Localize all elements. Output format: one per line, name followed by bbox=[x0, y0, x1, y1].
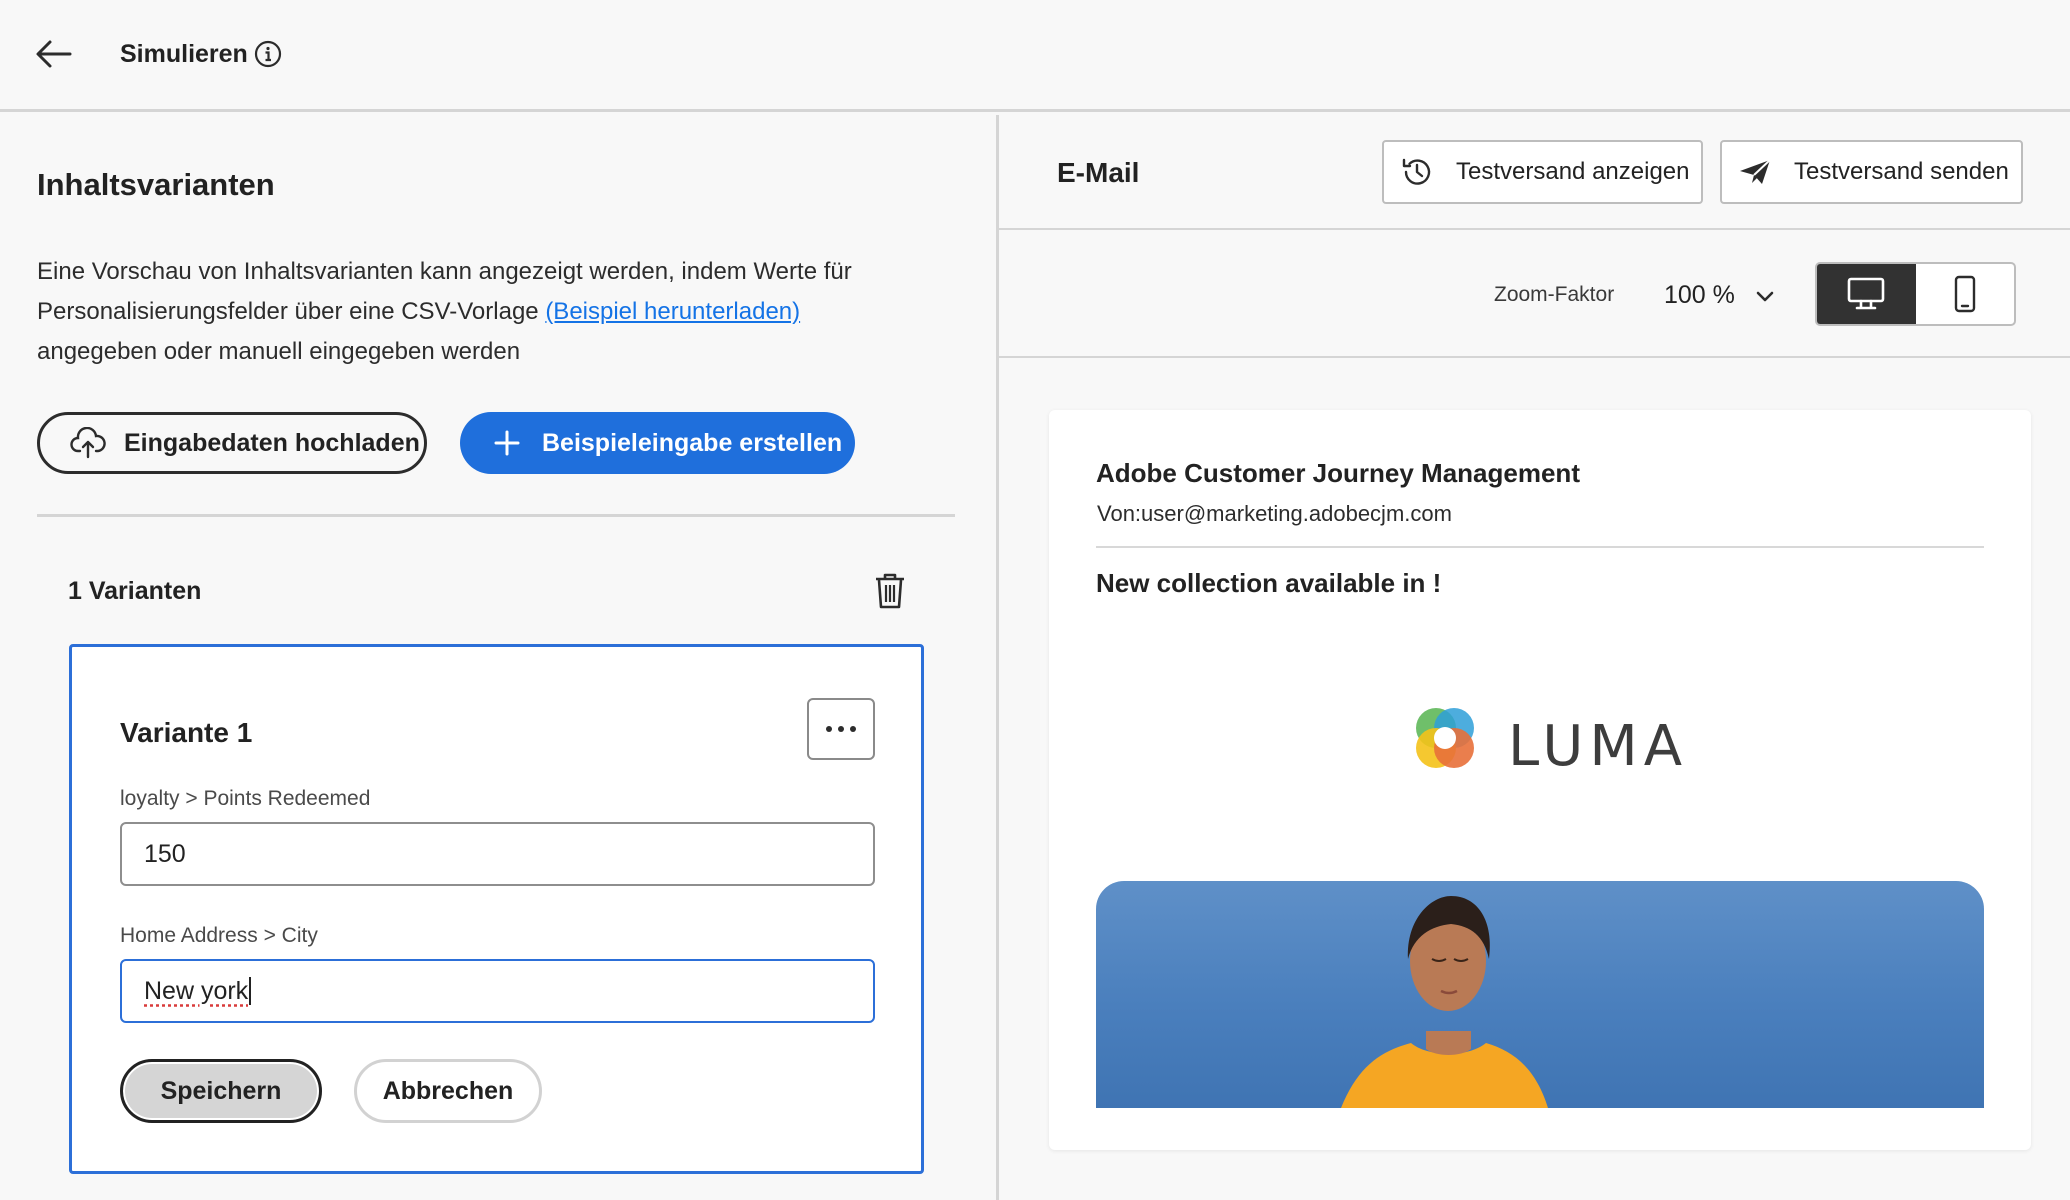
from-address: user@marketing.adobecjm.com bbox=[1141, 501, 1452, 526]
upload-input-button[interactable]: Eingabedaten hochladen bbox=[37, 412, 427, 474]
trash-icon[interactable] bbox=[873, 572, 907, 610]
info-icon[interactable] bbox=[254, 40, 282, 68]
chevron-down-icon[interactable] bbox=[1753, 285, 1777, 309]
page-title: Simulieren bbox=[120, 40, 248, 68]
points-redeemed-input[interactable]: 150 bbox=[120, 822, 875, 886]
variant-count: 1 Varianten bbox=[68, 577, 202, 605]
points-redeemed-label: loyalty > Points Redeemed bbox=[120, 787, 371, 810]
more-icon bbox=[826, 726, 856, 732]
create-button-label: Beispieleingabe erstellen bbox=[542, 428, 843, 457]
email-body: LUMA bbox=[1096, 638, 1984, 1108]
send-proof-label: Testversand senden bbox=[1794, 158, 2009, 185]
email-preview: Adobe Customer Journey Management Von:us… bbox=[1049, 410, 2031, 1150]
sender-name: Adobe Customer Journey Management bbox=[1096, 458, 1580, 488]
hero-image bbox=[1096, 881, 1984, 1108]
back-arrow-icon[interactable] bbox=[34, 34, 74, 74]
variant-title: Variante 1 bbox=[120, 717, 253, 748]
create-sample-button[interactable]: Beispieleingabe erstellen bbox=[460, 412, 855, 474]
description-text-2: angegeben oder manuell eingegeben werden bbox=[37, 338, 521, 365]
sender-from: Von:user@marketing.adobecjm.com bbox=[1097, 501, 1452, 527]
more-actions-button[interactable] bbox=[807, 698, 875, 760]
section-title: Inhaltsvarianten bbox=[37, 167, 275, 202]
variant-card: Variante 1 loyalty > Points Redeemed 150… bbox=[69, 644, 924, 1174]
send-proof-button[interactable]: Testversand senden bbox=[1720, 140, 2023, 204]
save-button[interactable]: Speichern bbox=[120, 1059, 322, 1123]
divider bbox=[999, 356, 2070, 358]
city-value: New york bbox=[144, 976, 249, 1005]
divider bbox=[37, 514, 955, 517]
plus-icon bbox=[494, 430, 520, 456]
text-cursor bbox=[249, 977, 252, 1005]
history-icon bbox=[1402, 158, 1431, 185]
logo-text: LUMA bbox=[1508, 714, 1689, 779]
show-proof-button[interactable]: Testversand anzeigen bbox=[1382, 140, 1703, 204]
desktop-icon bbox=[1847, 277, 1885, 310]
content-variants-panel: Inhaltsvarianten Eine Vorschau von Inhal… bbox=[0, 115, 996, 1200]
zoom-value[interactable]: 100 % bbox=[1664, 281, 1735, 310]
download-sample-link[interactable]: (Beispiel herunterladen) bbox=[545, 298, 800, 325]
top-bar: Simulieren bbox=[0, 0, 2070, 112]
cancel-button[interactable]: Abbrechen bbox=[354, 1059, 542, 1123]
desktop-view-button[interactable] bbox=[1817, 264, 1916, 324]
divider bbox=[999, 228, 2070, 230]
city-label: Home Address > City bbox=[120, 924, 318, 947]
mobile-view-button[interactable] bbox=[1916, 264, 2015, 324]
luma-logo: LUMA bbox=[1396, 696, 1696, 796]
email-subject: New collection available in ! bbox=[1096, 568, 1442, 598]
description: Eine Vorschau von Inhaltsvarianten kann … bbox=[37, 252, 897, 372]
device-toggle bbox=[1815, 262, 2016, 326]
divider bbox=[1096, 546, 1984, 548]
zoom-label: Zoom-Faktor bbox=[1494, 283, 1615, 306]
send-icon bbox=[1740, 159, 1771, 184]
email-preview-panel: E-Mail Testversand anzeigen Testversand … bbox=[999, 115, 2070, 1200]
from-label: Von: bbox=[1097, 501, 1142, 526]
points-redeemed-value: 150 bbox=[144, 839, 186, 868]
cloud-upload-icon bbox=[70, 427, 106, 459]
mobile-icon bbox=[1954, 275, 1975, 313]
upload-button-label: Eingabedaten hochladen bbox=[124, 428, 420, 457]
show-proof-label: Testversand anzeigen bbox=[1456, 158, 1690, 185]
city-input[interactable]: New york bbox=[120, 959, 875, 1023]
channel-label: E-Mail bbox=[1057, 157, 1140, 188]
